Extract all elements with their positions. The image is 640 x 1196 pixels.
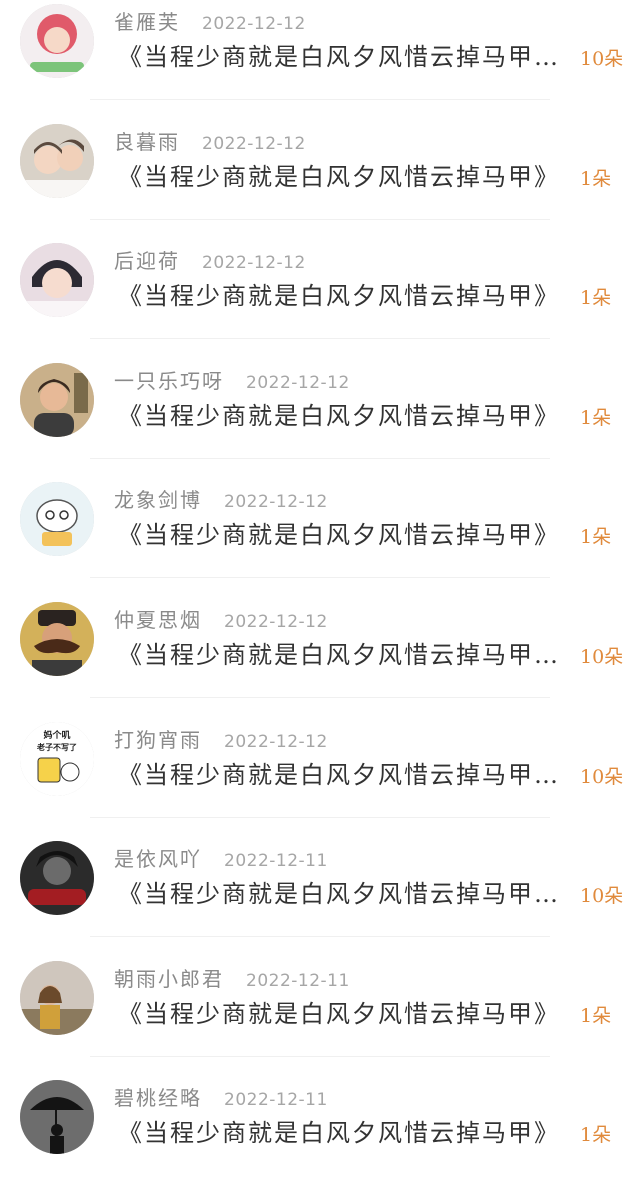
row-divider bbox=[90, 577, 550, 578]
record-date: 2022-12-12 bbox=[202, 134, 306, 154]
user-name[interactable]: 碧桃经略 bbox=[114, 1082, 202, 1111]
row-divider bbox=[90, 1056, 550, 1057]
flower-count: 1朵 bbox=[580, 287, 612, 309]
flower-count: 1朵 bbox=[580, 1124, 612, 1146]
record-date: 2022-12-11 bbox=[224, 1090, 328, 1110]
user-name[interactable]: 一只乐巧呀 bbox=[114, 365, 224, 394]
row-divider bbox=[90, 936, 550, 937]
avatar[interactable] bbox=[20, 482, 94, 556]
flower-count: 10朵 bbox=[580, 766, 624, 788]
record-meta: 一只乐巧呀 2022-12-12 bbox=[114, 365, 350, 393]
work-title[interactable]: 《当程少商就是白风夕风惜云掉马甲》 bbox=[118, 160, 580, 194]
record-row[interactable]: 朝雨小郎君 2022-12-11 《当程少商就是白风夕风惜云掉马甲》 1朵 bbox=[0, 957, 640, 1077]
work-title[interactable]: 《当程少商就是白风夕风惜云掉马甲》 bbox=[118, 1116, 580, 1150]
record-date: 2022-12-12 bbox=[224, 612, 328, 632]
row-divider bbox=[90, 697, 550, 698]
user-name[interactable]: 后迎荷 bbox=[114, 245, 180, 274]
record-date: 2022-12-11 bbox=[246, 971, 350, 991]
user-name[interactable]: 龙象剑博 bbox=[114, 484, 202, 513]
row-divider bbox=[90, 338, 550, 339]
flower-count: 10朵 bbox=[580, 48, 624, 70]
record-row[interactable]: 妈个叽 老子不写了 打狗宵雨 2022-12-12 《当程少商就是白风夕风惜云掉马甲… bbox=[0, 718, 640, 838]
avatar[interactable] bbox=[20, 961, 94, 1035]
avatar[interactable] bbox=[20, 841, 94, 915]
user-name[interactable]: 打狗宵雨 bbox=[114, 724, 202, 753]
record-row[interactable]: 后迎荷 2022-12-12 《当程少商就是白风夕风惜云掉马甲》 1朵 bbox=[0, 239, 640, 359]
record-meta: 打狗宵雨 2022-12-12 bbox=[114, 724, 328, 752]
user-name[interactable]: 朝雨小郎君 bbox=[114, 963, 224, 992]
avatar[interactable] bbox=[20, 363, 94, 437]
record-meta: 朝雨小郎君 2022-12-11 bbox=[114, 963, 350, 991]
user-name[interactable]: 雀雁芙 bbox=[114, 6, 180, 35]
flower-count: 1朵 bbox=[580, 407, 612, 429]
record-meta: 碧桃经略 2022-12-11 bbox=[114, 1082, 328, 1110]
flower-count: 10朵 bbox=[580, 885, 624, 907]
work-title[interactable]: 《当程少商就是白风夕风惜云掉马甲》 bbox=[118, 518, 580, 552]
record-date: 2022-12-12 bbox=[224, 732, 328, 752]
flower-count: 1朵 bbox=[580, 168, 612, 190]
avatar[interactable] bbox=[20, 4, 94, 78]
record-meta: 良暮雨 2022-12-12 bbox=[114, 126, 306, 154]
record-meta: 仲夏思烟 2022-12-12 bbox=[114, 604, 328, 632]
row-divider bbox=[90, 99, 550, 100]
user-name[interactable]: 仲夏思烟 bbox=[114, 604, 202, 633]
record-meta: 后迎荷 2022-12-12 bbox=[114, 245, 306, 273]
record-meta: 龙象剑博 2022-12-12 bbox=[114, 484, 328, 512]
work-title[interactable]: 《当程少商就是白风夕风惜云掉马甲… bbox=[118, 877, 580, 911]
work-title[interactable]: 《当程少商就是白风夕风惜云掉马甲… bbox=[118, 758, 580, 792]
row-divider bbox=[90, 219, 550, 220]
record-row[interactable]: 良暮雨 2022-12-12 《当程少商就是白风夕风惜云掉马甲》 1朵 bbox=[0, 120, 640, 240]
sticker-text: 妈个叽 bbox=[43, 729, 70, 741]
work-title[interactable]: 《当程少商就是白风夕风惜云掉马甲》 bbox=[118, 399, 580, 433]
work-title[interactable]: 《当程少商就是白风夕风惜云掉马甲》 bbox=[118, 997, 580, 1031]
avatar[interactable] bbox=[20, 243, 94, 317]
work-title[interactable]: 《当程少商就是白风夕风惜云掉马甲… bbox=[118, 40, 580, 74]
flower-count: 1朵 bbox=[580, 526, 612, 548]
row-divider bbox=[90, 458, 550, 459]
row-divider bbox=[90, 817, 550, 818]
record-date: 2022-12-12 bbox=[202, 253, 306, 273]
record-row[interactable]: 雀雁芙 2022-12-12 《当程少商就是白风夕风惜云掉马甲… 10朵 bbox=[0, 0, 640, 120]
record-date: 2022-12-11 bbox=[224, 851, 328, 871]
work-title[interactable]: 《当程少商就是白风夕风惜云掉马甲… bbox=[118, 638, 580, 672]
record-meta: 雀雁芙 2022-12-12 bbox=[114, 6, 306, 34]
avatar[interactable] bbox=[20, 602, 94, 676]
gift-record-list: 雀雁芙 2022-12-12 《当程少商就是白风夕风惜云掉马甲… 10朵 良暮雨 202… bbox=[0, 0, 640, 1157]
record-row[interactable]: 龙象剑博 2022-12-12 《当程少商就是白风夕风惜云掉马甲》 1朵 bbox=[0, 478, 640, 598]
record-row[interactable]: 碧桃经略 2022-12-11 《当程少商就是白风夕风惜云掉马甲》 1朵 bbox=[0, 1076, 640, 1196]
record-date: 2022-12-12 bbox=[202, 14, 306, 34]
flower-count: 10朵 bbox=[580, 646, 624, 668]
avatar[interactable] bbox=[20, 124, 94, 198]
user-name[interactable]: 是依风吖 bbox=[114, 843, 202, 872]
sticker-text: 老子不写了 bbox=[36, 742, 77, 752]
avatar[interactable] bbox=[20, 1080, 94, 1154]
record-row[interactable]: 仲夏思烟 2022-12-12 《当程少商就是白风夕风惜云掉马甲… 10朵 bbox=[0, 598, 640, 718]
flower-count: 1朵 bbox=[580, 1005, 612, 1027]
user-name[interactable]: 良暮雨 bbox=[114, 126, 180, 155]
record-meta: 是依风吖 2022-12-11 bbox=[114, 843, 328, 871]
work-title[interactable]: 《当程少商就是白风夕风惜云掉马甲》 bbox=[118, 279, 580, 313]
avatar[interactable]: 妈个叽 老子不写了 bbox=[20, 722, 94, 796]
record-date: 2022-12-12 bbox=[224, 492, 328, 512]
record-row[interactable]: 一只乐巧呀 2022-12-12 《当程少商就是白风夕风惜云掉马甲》 1朵 bbox=[0, 359, 640, 479]
record-row[interactable]: 是依风吖 2022-12-11 《当程少商就是白风夕风惜云掉马甲… 10朵 bbox=[0, 837, 640, 957]
record-date: 2022-12-12 bbox=[246, 373, 350, 393]
